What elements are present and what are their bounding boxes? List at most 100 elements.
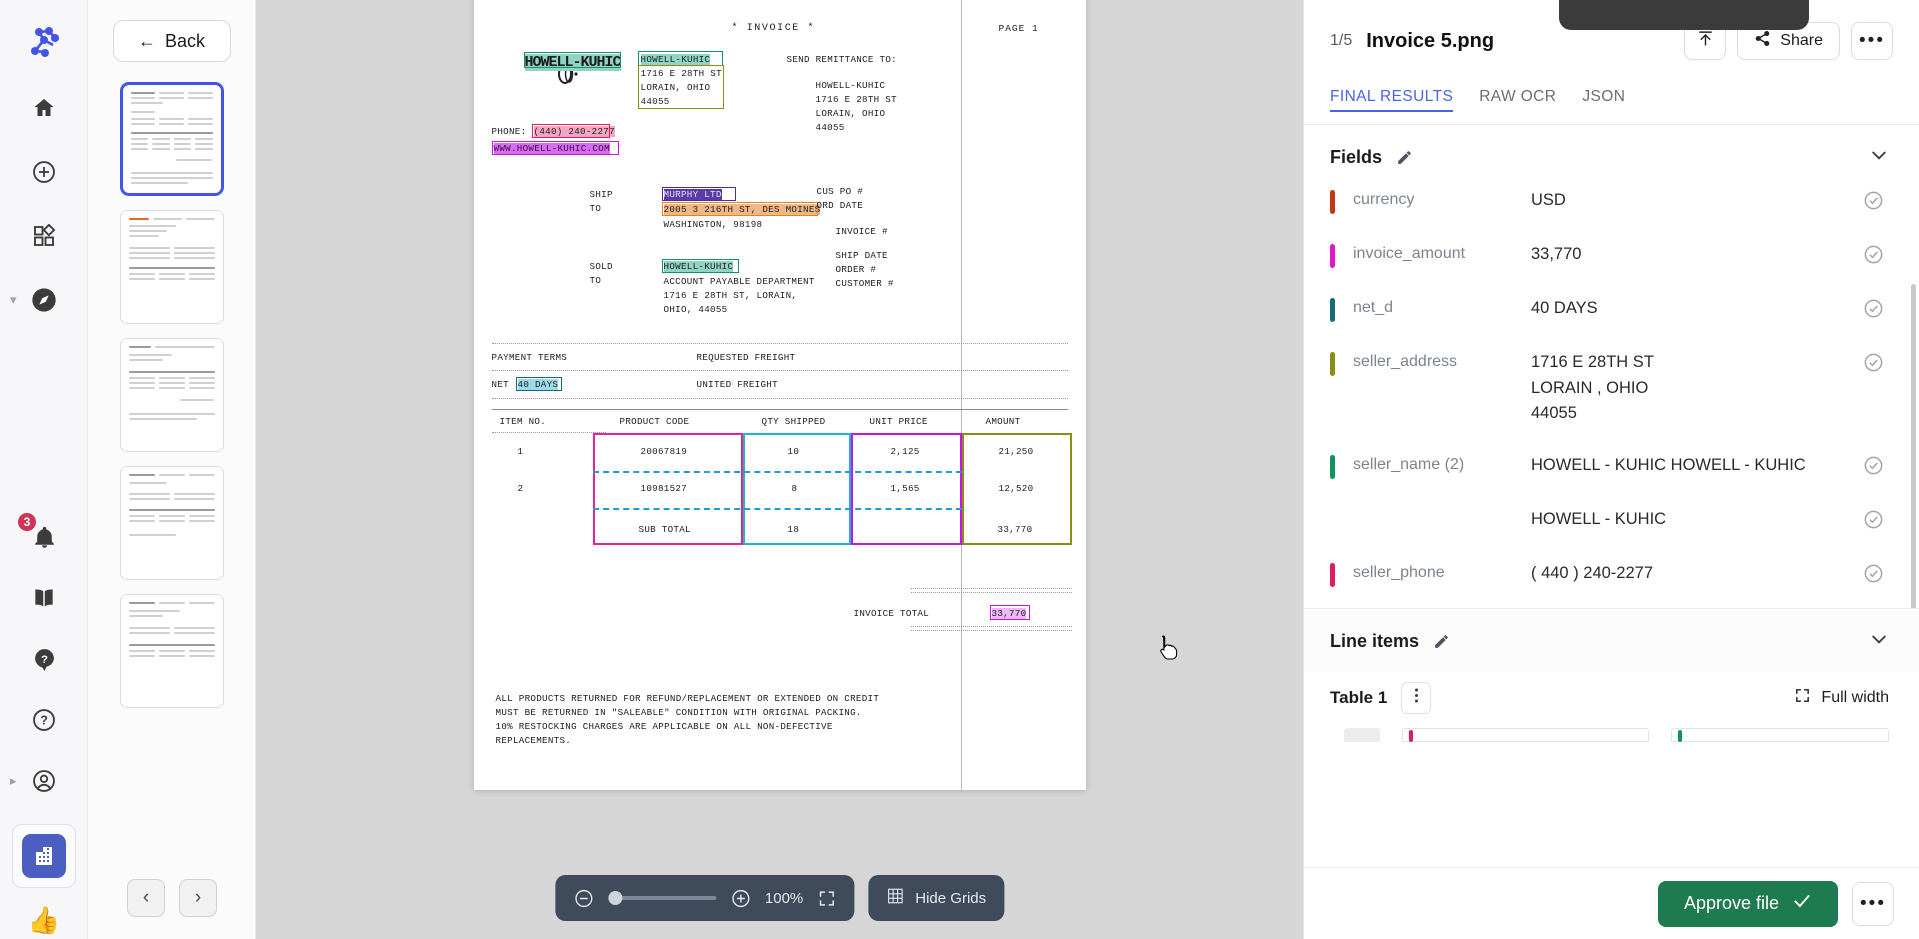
thumbnail-page-2[interactable]	[120, 210, 224, 324]
check-circle-icon[interactable]	[1863, 298, 1889, 324]
grid-shapes-icon[interactable]	[22, 214, 66, 258]
zoom-slider[interactable]	[608, 896, 716, 900]
ocr-box-seller-name[interactable]	[524, 52, 621, 68]
ocr-box-net-d[interactable]	[516, 377, 562, 391]
tab-final-results[interactable]: FINAL RESULTS	[1330, 88, 1453, 112]
pencil-icon[interactable]	[1396, 149, 1413, 166]
field-value[interactable]: ( 440 ) 240-2277	[1531, 561, 1851, 587]
field-value[interactable]: HOWELL - KUHIC HOWELL - KUHIC	[1531, 453, 1851, 479]
back-button[interactable]: ← Back	[113, 20, 231, 62]
home-icon[interactable]	[22, 86, 66, 130]
fields-section-header[interactable]: Fields	[1304, 125, 1919, 188]
pencil-icon[interactable]	[1433, 633, 1450, 650]
thumbnail-page-3[interactable]	[120, 338, 224, 452]
user-circle-icon[interactable]	[22, 759, 66, 803]
doc-united-freight-label: UNITED FREIGHT	[697, 379, 778, 390]
doc-row3-qty: 18	[788, 524, 800, 535]
field-value[interactable]: HOWELL - KUHIC	[1531, 507, 1851, 535]
ocr-box-invoice-amount[interactable]	[990, 605, 1030, 620]
zoom-in-button[interactable]	[730, 888, 751, 909]
table-column-2[interactable]	[1671, 728, 1889, 742]
doc-sold-to-label-2: TO	[590, 275, 602, 286]
check-circle-icon[interactable]	[1863, 455, 1889, 481]
full-width-button[interactable]: Full width	[1794, 687, 1889, 709]
tab-json[interactable]: JSON	[1582, 88, 1625, 112]
field-row-invoice-amount[interactable]: invoice_amount 33,770	[1304, 242, 1919, 270]
ocr-box-seller-address[interactable]	[638, 65, 724, 109]
thumbnail-page-5[interactable]	[120, 594, 224, 708]
bell-icon[interactable]: 3	[22, 515, 66, 559]
table-menu-button[interactable]	[1401, 682, 1431, 714]
check-circle-icon[interactable]	[1863, 190, 1889, 216]
doc-remit-line-0: HOWELL-KUHIC	[816, 80, 886, 91]
zoom-level-label: 100%	[765, 890, 803, 907]
ocr-box-soldto-name[interactable]	[662, 259, 739, 273]
check-circle-icon[interactable]	[1863, 509, 1889, 535]
file-name-title: Invoice 5.png	[1366, 30, 1494, 53]
chevron-down-icon[interactable]: ▾	[10, 292, 17, 308]
organization-switcher[interactable]	[12, 824, 76, 888]
field-row-seller-address[interactable]: seller_address 1716 E 28TH ST LORAIN , O…	[1304, 350, 1919, 427]
document-viewer[interactable]: * INVOICE * PAGE 1 HOWELL-KUHIC HOWELL-K…	[256, 0, 1303, 939]
fields-scrollbar[interactable]	[1911, 284, 1916, 608]
field-value[interactable]: 40 DAYS	[1531, 296, 1851, 322]
ocr-box-seller-website[interactable]	[492, 141, 619, 155]
question-circle-icon[interactable]: ?	[22, 698, 66, 742]
fields-list[interactable]: currency USD invoice_amount 33,770 net_d…	[1304, 188, 1919, 608]
ocr-box-seller-phone[interactable]	[532, 124, 610, 138]
ocr-box-seller-name-2[interactable]	[638, 51, 723, 66]
hide-grids-button[interactable]: Hide Grids	[868, 875, 1004, 921]
field-name: invoice_amount	[1353, 242, 1531, 266]
chevron-down-icon[interactable]	[1869, 145, 1889, 170]
panel-more-button[interactable]: •••	[1851, 22, 1893, 60]
ocr-box-shipto-address[interactable]	[662, 202, 818, 216]
app-logo[interactable]	[22, 20, 66, 64]
book-icon[interactable]	[22, 576, 66, 620]
field-value[interactable]: USD	[1531, 188, 1851, 214]
field-row-currency[interactable]: currency USD	[1304, 188, 1919, 216]
fit-to-screen-button[interactable]	[817, 889, 836, 908]
doc-remit-line-1: 1716 E 28TH ST	[816, 94, 897, 105]
doc-remittance-label: SEND REMITTANCE TO:	[787, 54, 897, 65]
plus-circle-icon[interactable]	[22, 150, 66, 194]
field-row-seller-name[interactable]: seller_name (2) HOWELL - KUHIC HOWELL - …	[1304, 453, 1919, 481]
help-chat-icon[interactable]: ?	[22, 637, 66, 681]
check-icon	[1792, 891, 1812, 916]
doc-footer-line-0: ALL PRODUCTS RETURNED FOR REFUND/REPLACE…	[496, 693, 880, 704]
field-name: seller_phone	[1353, 561, 1531, 585]
thumbnail-page-4[interactable]	[120, 466, 224, 580]
field-row-seller-name-2[interactable]: HOWELL - KUHIC	[1304, 507, 1919, 535]
line-items-section-header[interactable]: Line items	[1304, 609, 1919, 672]
prev-page-button[interactable]: ‹	[127, 879, 165, 917]
zoom-slider-handle[interactable]	[608, 891, 622, 905]
compass-icon[interactable]	[22, 278, 66, 322]
thumbnail-page-1[interactable]	[120, 82, 224, 196]
left-nav-rail: ▾ 3 ?	[0, 0, 88, 939]
doc-sold-to-label-1: SOLD	[590, 261, 613, 272]
check-circle-icon[interactable]	[1863, 244, 1889, 270]
zoom-out-button[interactable]	[573, 888, 594, 909]
doc-right-label-5: CUSTOMER #	[836, 278, 894, 289]
field-row-net-d[interactable]: net_d 40 DAYS	[1304, 296, 1919, 324]
field-row-seller-phone[interactable]: seller_phone ( 440 ) 240-2277	[1304, 561, 1919, 589]
ocr-row-split-2[interactable]	[593, 508, 962, 510]
ocr-row-split-1[interactable]	[593, 471, 962, 473]
approve-file-button[interactable]: Approve file	[1658, 881, 1838, 927]
chevron-down-icon[interactable]	[1869, 629, 1889, 654]
field-color-marker	[1330, 455, 1335, 479]
ocr-box-shipto-name[interactable]	[662, 187, 736, 201]
next-page-button[interactable]: ›	[179, 879, 217, 917]
chevron-right-icon[interactable]: ▸	[10, 773, 17, 789]
line-items-table-preview[interactable]	[1304, 718, 1919, 742]
doc-total-rule-3	[911, 626, 1072, 627]
check-circle-icon[interactable]	[1863, 563, 1889, 589]
footer-more-button[interactable]: •••	[1852, 882, 1894, 926]
field-value[interactable]: 1716 E 28TH ST LORAIN , OHIO 44055	[1531, 350, 1851, 427]
doc-invoice-total-label: INVOICE TOTAL	[854, 608, 930, 619]
field-value[interactable]: 33,770	[1531, 242, 1851, 268]
tab-raw-ocr[interactable]: RAW OCR	[1479, 88, 1556, 112]
fields-section-title: Fields	[1330, 147, 1382, 168]
table-column-1[interactable]	[1402, 728, 1650, 742]
check-circle-icon[interactable]	[1863, 352, 1889, 378]
thumbs-up-icon[interactable]: 👍	[28, 907, 60, 933]
